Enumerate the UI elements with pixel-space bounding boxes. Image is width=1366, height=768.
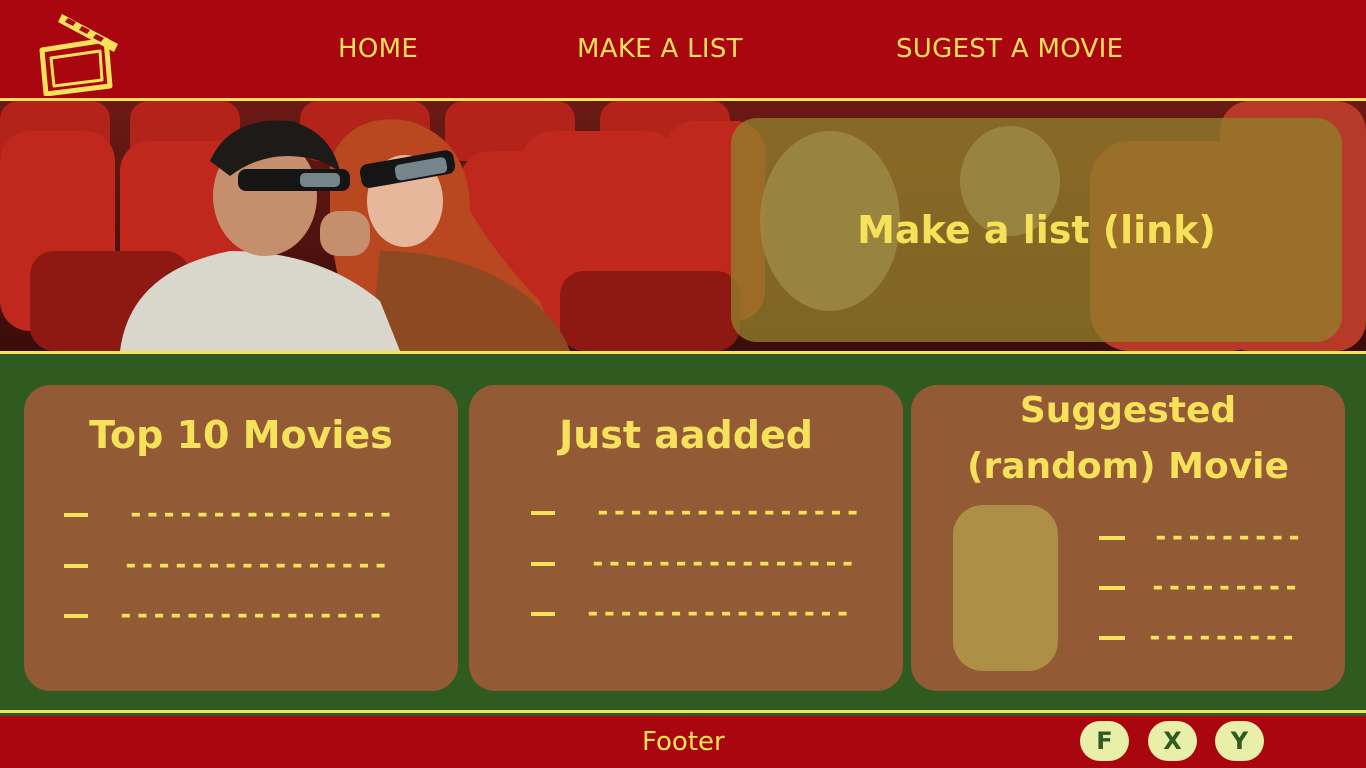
list-item[interactable]: --------- — [1099, 522, 1302, 552]
nav-make-a-list[interactable]: MAKE A LIST — [577, 34, 743, 64]
nav-suggest-a-movie[interactable]: SUGEST A MOVIE — [896, 34, 1123, 64]
bullet-dash-icon — [1099, 586, 1125, 590]
list-item[interactable]: ---------------- — [531, 548, 855, 578]
make-a-list-link[interactable]: Make a list (link) — [731, 118, 1342, 342]
bullet-dash-icon — [531, 562, 555, 566]
hero-banner: Make a list (link) — [0, 101, 1366, 351]
site-footer: Footer F X Y — [0, 716, 1366, 768]
card-title: Top 10 Movies — [89, 413, 393, 457]
just-added-card: Just aadded ---------------- -----------… — [469, 385, 903, 691]
card-title: Just aadded — [559, 413, 813, 457]
suggested-movie-card: Suggested (random) Movie --------- -----… — [911, 385, 1345, 691]
social-x-button[interactable]: X — [1148, 721, 1197, 761]
content-panel: Top 10 Movies ---------------- ---------… — [0, 351, 1366, 713]
nav-home[interactable]: HOME — [338, 34, 418, 64]
bullet-dash-icon — [64, 614, 88, 618]
card-title: Suggested (random) Movie — [911, 383, 1345, 495]
bullet-dash-icon — [64, 564, 88, 568]
bullet-dash-icon — [1099, 636, 1125, 640]
list-item[interactable]: --------- — [1099, 572, 1299, 602]
bullet-dash-icon — [64, 513, 88, 517]
social-f-button[interactable]: F — [1080, 721, 1129, 761]
social-y-button[interactable]: Y — [1215, 721, 1264, 761]
list-item[interactable]: ---------------- — [64, 600, 384, 630]
bullet-dash-icon — [531, 612, 555, 616]
list-item[interactable]: ---------------- — [531, 497, 860, 527]
make-a-list-link-label: Make a list (link) — [857, 208, 1216, 252]
footer-label: Footer — [642, 727, 725, 757]
list-item[interactable]: ---------------- — [64, 499, 393, 529]
clapperboard-icon[interactable] — [36, 6, 122, 96]
list-item[interactable]: --------- — [1099, 622, 1299, 652]
bullet-dash-icon — [1099, 536, 1125, 540]
card-title-line-1: Suggested — [1019, 390, 1237, 431]
site-header: HOME MAKE A LIST SUGEST A MOVIE — [0, 0, 1366, 101]
top-10-movies-card: Top 10 Movies ---------------- ---------… — [24, 385, 458, 691]
movie-poster-placeholder[interactable] — [953, 505, 1058, 671]
list-item[interactable]: ---------------- — [64, 550, 388, 580]
card-title-line-2: (random) Movie — [967, 446, 1289, 487]
list-item[interactable]: ---------------- — [531, 598, 851, 628]
bullet-dash-icon — [531, 511, 555, 515]
